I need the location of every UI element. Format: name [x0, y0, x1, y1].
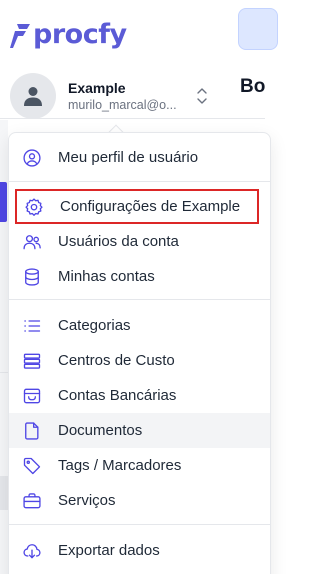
document-icon: [25, 422, 39, 440]
menu-item-settings[interactable]: Configurações de Example: [15, 189, 259, 224]
menu-item-services[interactable]: Serviços: [9, 483, 270, 518]
account-switcher[interactable]: Example murilo_marcal@o...: [10, 72, 215, 120]
procfy-logo[interactable]: procfy: [10, 18, 127, 52]
menu-item-categories[interactable]: Categorias: [9, 308, 270, 343]
menu-item-tags[interactable]: Tags / Marcadores: [9, 448, 270, 483]
briefcase-icon: [23, 493, 41, 509]
users-icon: [23, 235, 41, 250]
page-title: Bo: [240, 76, 266, 97]
chevrons-up-down-icon[interactable]: [195, 86, 209, 106]
top-action-button[interactable]: [238, 8, 278, 50]
menu-divider: [9, 524, 270, 525]
menu-item-label: Categorias: [58, 317, 131, 334]
user-avatar-icon: [24, 87, 42, 106]
account-menu: Meu perfil de usuário Configurações de E…: [8, 132, 271, 574]
menu-item-account-users[interactable]: Usuários da conta: [9, 224, 270, 259]
menu-item-label: Tags / Marcadores: [58, 457, 182, 474]
menu-item-cost-centers[interactable]: Centros de Custo: [9, 343, 270, 378]
menu-divider: [9, 299, 270, 300]
server-stack-icon: [23, 353, 41, 369]
cloud-download-icon: [23, 544, 41, 559]
menu-item-label: Contas Bancárias: [58, 387, 177, 404]
menu-item-label: Usuários da conta: [58, 233, 179, 250]
menu-item-export-data[interactable]: Exportar dados: [9, 533, 270, 568]
menu-item-label: Meu perfil de usuário: [58, 149, 199, 166]
menu-item-bank-accounts[interactable]: Contas Bancárias: [9, 378, 270, 413]
procfy-logo-icon: [10, 24, 30, 48]
menu-item-label: Serviços: [58, 492, 116, 509]
sidebar-active-indicator: [0, 182, 7, 222]
bank-box-icon: [23, 388, 41, 404]
menu-item-documents[interactable]: Documentos: [9, 413, 270, 448]
menu-item-label: Exportar dados: [58, 542, 160, 559]
account-info: Example murilo_marcal@o...: [68, 80, 190, 113]
gear-icon: [25, 198, 43, 216]
database-icon: [25, 268, 39, 286]
menu-item-my-accounts[interactable]: Minhas contas: [9, 259, 270, 294]
list-icon: [24, 320, 41, 332]
menu-divider: [9, 181, 270, 182]
user-circle-icon: [23, 149, 41, 167]
account-email: murilo_marcal@o...: [68, 97, 177, 112]
avatar: [10, 73, 56, 119]
brand-name: procfy: [33, 19, 127, 50]
account-name: Example: [68, 79, 126, 96]
menu-item-label: Documentos: [58, 422, 143, 439]
menu-item-label: Minhas contas: [58, 268, 155, 285]
menu-item-profile[interactable]: Meu perfil de usuário: [9, 140, 270, 175]
menu-item-label: Centros de Custo: [58, 352, 175, 369]
sidebar-divider: [0, 372, 8, 373]
sidebar-item-block: [0, 476, 8, 510]
tag-icon: [23, 457, 41, 475]
menu-item-label: Configurações de Example: [60, 198, 241, 215]
